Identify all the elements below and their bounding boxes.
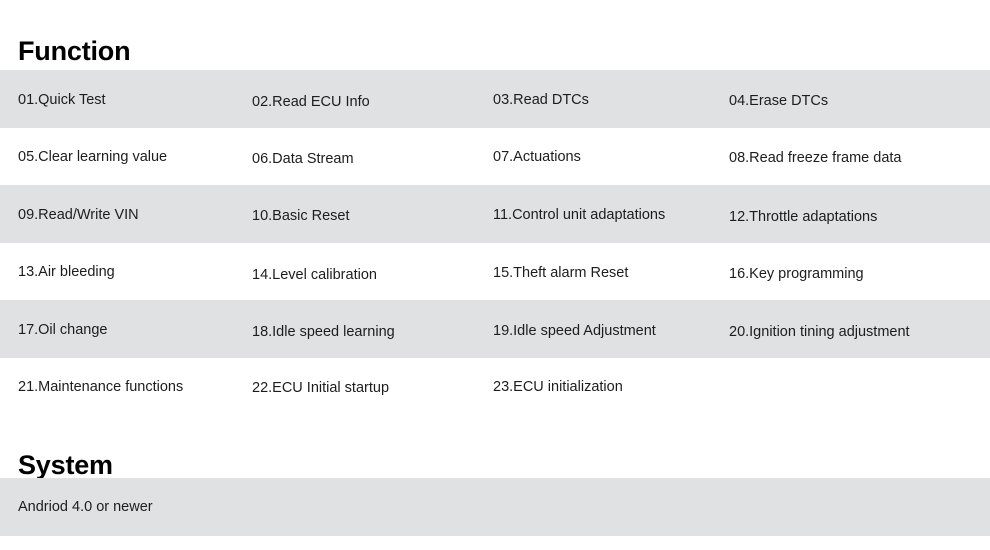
function-section-heading: Function [18, 36, 131, 67]
table-row: 17.Oil change 18.Idle speed learning 19.… [0, 300, 990, 358]
system-requirement-item: Andriod 4.0 or newer [18, 499, 153, 515]
spec-sheet-page: Function 01.Quick Test 02.Read ECU Info … [0, 0, 990, 550]
function-item: 23.ECU initialization [493, 378, 623, 395]
function-item: 03.Read DTCs [493, 92, 589, 108]
function-item: 15.Theft alarm Reset [493, 264, 629, 281]
table-row: Andriod 4.0 or newer [0, 478, 990, 536]
function-item: 11.Control unit adaptations [493, 207, 666, 223]
function-item: 19.Idle speed Adjustment [493, 323, 656, 339]
function-item: 09.Read/Write VIN [18, 207, 139, 223]
function-feature-table: 01.Quick Test 02.Read ECU Info 03.Read D… [0, 70, 990, 415]
system-section-heading: System [18, 450, 113, 481]
function-item: 16.Key programming [729, 265, 864, 282]
function-item: 04.Erase DTCs [729, 93, 829, 109]
table-row: 13.Air bleeding 14.Level calibration 15.… [0, 242, 990, 300]
function-item: 10.Basic Reset [252, 208, 350, 224]
function-item: 20.Ignition tining adjustment [729, 324, 910, 340]
function-item: 14.Level calibration [252, 266, 377, 283]
function-item: 07.Actuations [493, 148, 581, 165]
function-item: 06.Data Stream [252, 150, 354, 167]
table-row: 01.Quick Test 02.Read ECU Info 03.Read D… [0, 70, 990, 128]
function-item: 17.Oil change [18, 322, 108, 338]
function-item: 08.Read freeze frame data [729, 149, 902, 166]
function-item: 01.Quick Test [18, 92, 106, 108]
function-item: 13.Air bleeding [18, 263, 115, 280]
function-item: 18.Idle speed learning [252, 324, 395, 340]
system-requirement-table: Andriod 4.0 or newer [0, 478, 990, 536]
table-row: 21.Maintenance functions 22.ECU Initial … [0, 357, 990, 415]
function-item: 21.Maintenance functions [18, 378, 184, 395]
table-row: 05.Clear learning value 06.Data Stream 0… [0, 127, 990, 185]
function-item: 22.ECU Initial startup [252, 379, 390, 396]
function-item: 02.Read ECU Info [252, 94, 370, 110]
function-item: 05.Clear learning value [18, 148, 168, 165]
table-row: 09.Read/Write VIN 10.Basic Reset 11.Cont… [0, 185, 990, 243]
function-item: 12.Throttle adaptations [729, 209, 878, 225]
